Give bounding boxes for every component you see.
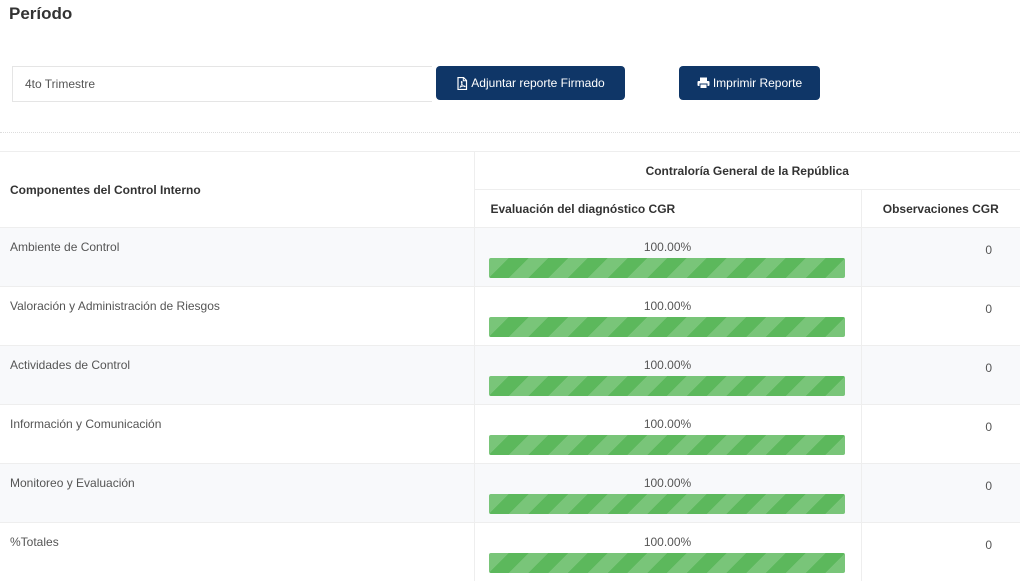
evaluation-progress-bar [488,376,845,396]
observations-count: 0 [861,286,1020,346]
printer-icon [697,77,710,89]
table-row: Actividades de Control 100.00% 0 [0,345,1020,405]
evaluation-cell: 100.00% [474,286,862,346]
table-row: Ambiente de Control 100.00% 0 [0,227,1020,287]
evaluation-percent: 100.00% [643,240,692,254]
table-row: Monitoreo y Evaluación 100.00% 0 [0,463,1020,523]
observations-count: 0 [861,227,1020,287]
header-contraloria: Contraloría General de la República [474,151,1020,190]
table-row: Valoración y Administración de Riesgos 10… [0,286,1020,346]
control-components-table: Componentes del Control Interno Contralo… [0,151,1020,581]
observations-count: 0 [861,463,1020,523]
evaluation-cell: 100.00% [474,463,862,523]
observations-count: 0 [861,522,1020,581]
evaluation-percent: 100.00% [643,358,692,372]
attach-signed-report-button[interactable]: Adjuntar reporte Firmado [436,66,625,100]
component-name: Monitoreo y Evaluación [0,463,475,523]
evaluation-cell: 100.00% [474,404,862,464]
evaluation-percent: 100.00% [643,299,692,313]
evaluation-cell: 100.00% [474,522,862,581]
evaluation-progress-bar [488,553,845,573]
table-row: %Totales 100.00% 0 [0,522,1020,581]
print-report-label: Imprimir Reporte [712,76,803,90]
header-observations: Observaciones CGR [861,189,1020,228]
period-input[interactable] [12,66,432,102]
observations-count: 0 [861,345,1020,405]
page-title: Período [9,4,73,23]
file-pdf-icon [456,76,468,90]
evaluation-percent: 100.00% [643,535,692,549]
evaluation-progress-bar [488,317,845,337]
evaluation-cell: 100.00% [474,227,862,287]
observations-count: 0 [861,404,1020,464]
header-components: Componentes del Control Interno [0,151,475,228]
evaluation-cell: 100.00% [474,345,862,405]
header-evaluation: Evaluación del diagnóstico CGR [474,189,862,228]
table-row: Información y Comunicación 100.00% 0 [0,404,1020,464]
component-name: Ambiente de Control [0,227,475,287]
evaluation-progress-bar [488,258,845,278]
evaluation-percent: 100.00% [643,476,692,490]
component-name: Información y Comunicación [0,404,475,464]
component-name: Valoración y Administración de Riesgos [0,286,475,346]
attach-signed-report-label: Adjuntar reporte Firmado [471,76,605,90]
evaluation-progress-bar [488,435,845,455]
component-name: Actividades de Control [0,345,475,405]
evaluation-progress-bar [488,494,845,514]
section-divider [0,132,1020,133]
print-report-button[interactable]: Imprimir Reporte [679,66,820,100]
evaluation-percent: 100.00% [643,417,692,431]
component-name: %Totales [0,522,475,581]
